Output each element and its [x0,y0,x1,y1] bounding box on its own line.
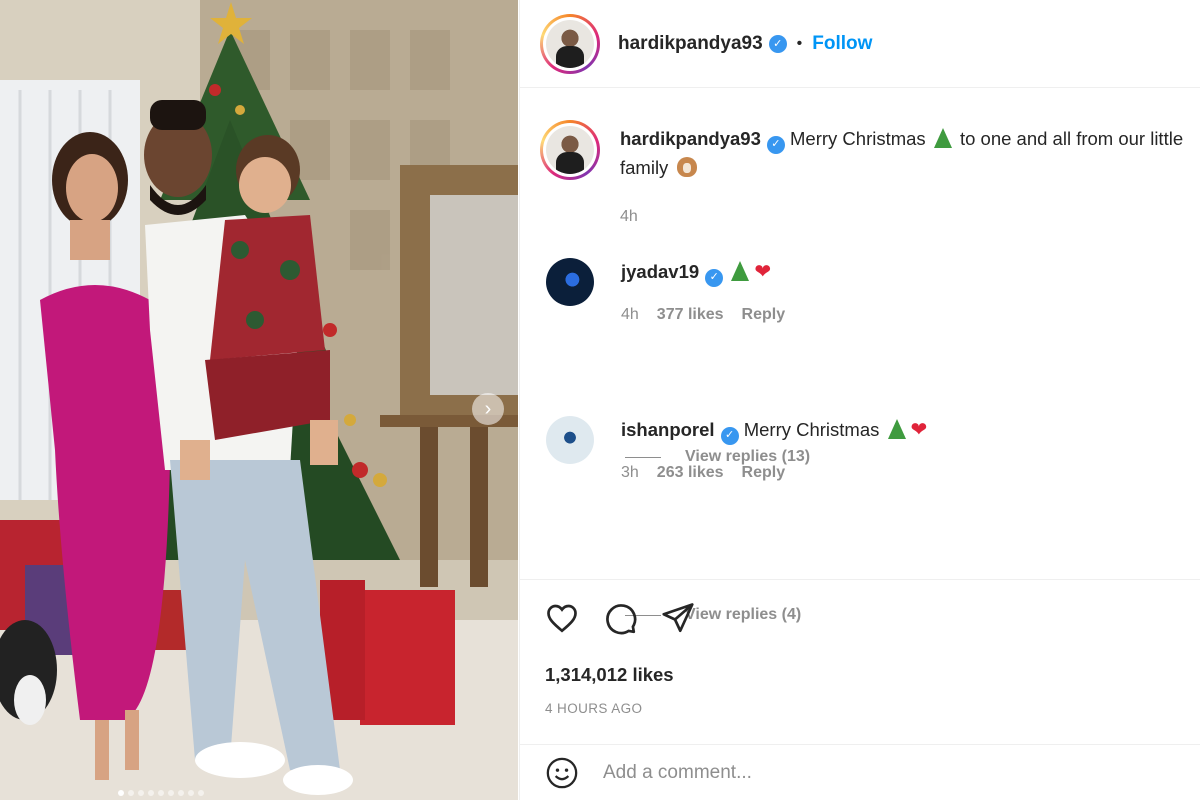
likes-count[interactable]: 1,314,012 likes [545,664,674,686]
dog-face-icon [677,156,698,177]
comment-time[interactable]: 4h [621,301,639,328]
carousel-next-button[interactable]: › [472,393,504,425]
carousel-dot [128,790,134,796]
carousel-dot [148,790,154,796]
post-actions [544,600,696,636]
carousel-dot [198,790,204,796]
comment-item: jyadav19 ✓ ❤ 4h 377 likes Reply [540,258,785,328]
post-sidebar: hardikpandya93 ✓ • Follow hardikpandya93… [519,0,1200,800]
post-photo[interactable]: › [0,0,518,800]
christmas-tree-icon [731,261,750,281]
verified-badge-icon: ✓ [766,135,785,154]
carousel-dot [188,790,194,796]
comments-section: hardikpandya93 ✓ Merry Christmas to one a… [520,88,1200,623]
commenter-username[interactable]: ishanporel [621,419,715,440]
post-header: hardikpandya93 ✓ • Follow [520,0,1200,88]
caption-avatar[interactable] [540,120,600,180]
comment-input[interactable] [603,761,1103,784]
header-separator: • [796,34,803,52]
commenter-avatar[interactable] [546,416,594,464]
post-timestamp[interactable]: 4 HOURS AGO [545,701,642,716]
reply-button[interactable]: Reply [742,459,786,486]
red-heart-icon: ❤ [910,419,928,441]
christmas-tree-icon [887,419,906,439]
post-image [0,0,518,800]
commenter-avatar[interactable] [546,258,594,306]
red-heart-icon: ❤ [754,261,772,283]
avatar-image [546,19,594,68]
view-replies-label: View replies (4) [685,606,802,623]
carousel-dot [138,790,144,796]
heart-icon[interactable] [544,600,580,636]
commenter-username[interactable]: jyadav19 [621,261,699,282]
comment-text: Merry Christmas [738,419,885,440]
christmas-tree-icon [933,128,952,148]
caption-time[interactable]: 4h [620,203,638,230]
carousel-indicator [118,790,204,796]
caption-row: hardikpandya93 ✓ Merry Christmas to one a… [540,120,1190,230]
comment-time[interactable]: 3h [621,459,639,486]
verified-badge-icon: ✓ [705,268,724,287]
comment-item: ishanporel ✓ Merry Christmas ❤ 3h 263 lik… [540,416,929,486]
comment-icon[interactable] [602,600,638,636]
carousel-dot [168,790,174,796]
carousel-dot [118,790,124,796]
avatar-image [546,126,594,174]
chevron-right-icon: › [484,397,492,420]
author-username[interactable]: hardikpandya93 [618,33,763,55]
follow-button[interactable]: Follow [812,33,872,55]
send-icon[interactable] [660,600,696,636]
verified-badge-icon: ✓ [768,34,787,53]
carousel-dot [178,790,184,796]
caption-username[interactable]: hardikpandya93 [620,128,761,149]
author-avatar[interactable] [540,13,600,74]
verified-badge-icon: ✓ [720,426,739,445]
carousel-dot [158,790,164,796]
caption-text-part1: Merry Christmas [784,128,931,149]
comment-likes[interactable]: 263 likes [657,459,724,486]
comment-composer [520,744,1200,800]
smiley-icon[interactable] [545,756,579,790]
comment-likes[interactable]: 377 likes [657,301,724,328]
reply-button[interactable]: Reply [742,301,786,328]
